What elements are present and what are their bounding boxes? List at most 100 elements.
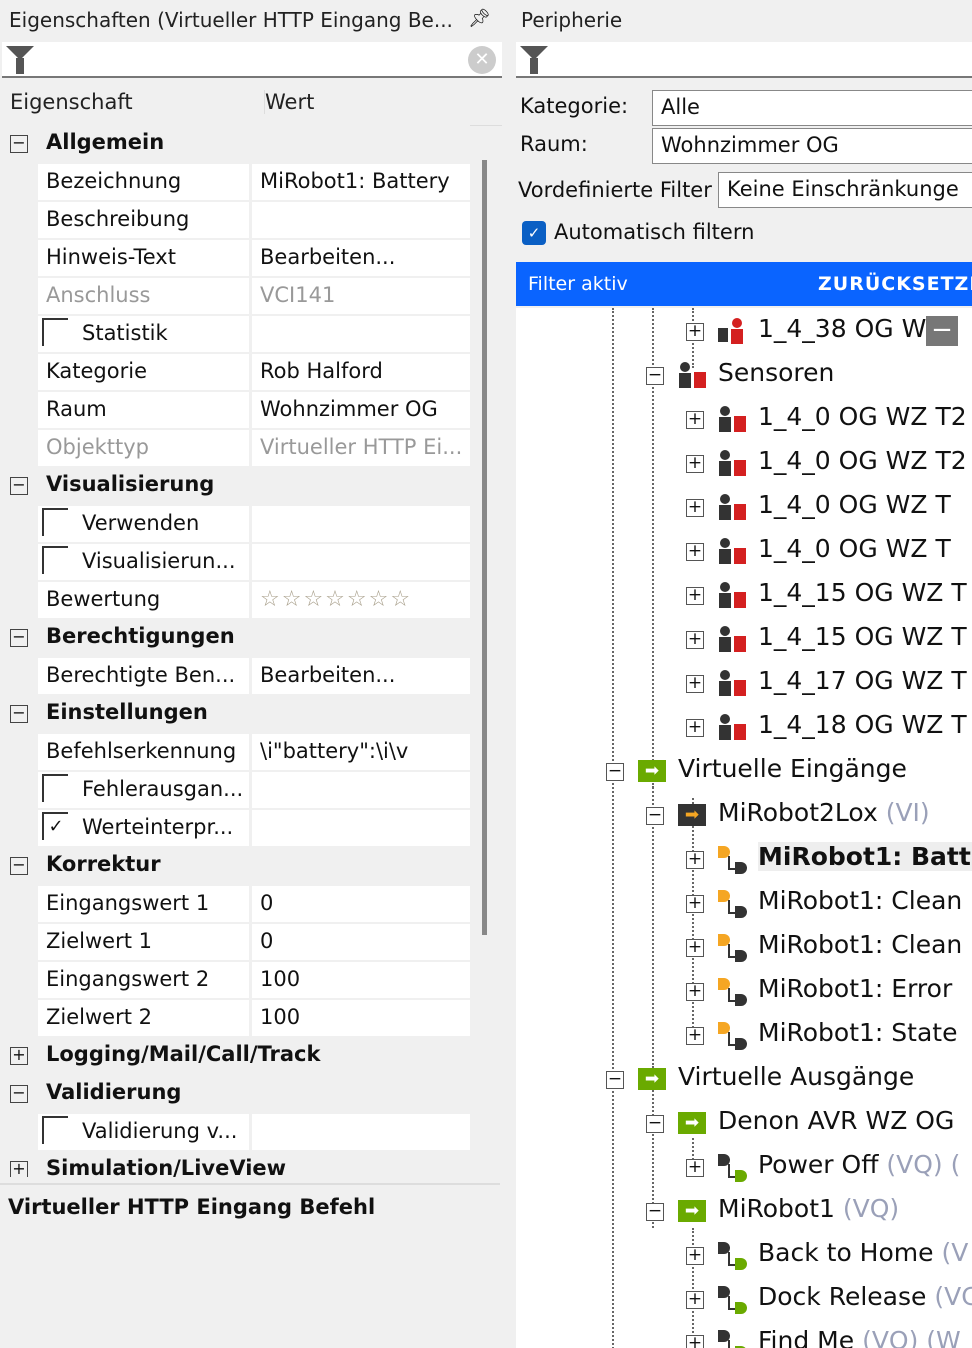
collapse-icon[interactable]: − [10,857,28,875]
collapse-icon[interactable]: − [10,705,28,723]
collapse-icon[interactable]: − [10,1085,28,1103]
property-value[interactable] [252,316,470,352]
predefined-filter-select[interactable]: Keine Einschränkunge [718,172,972,208]
expand-icon[interactable]: + [686,1159,704,1177]
checkbox-unchecked[interactable] [42,508,68,536]
tree-item[interactable]: + MiRobot1: Clean [516,882,972,926]
expand-icon[interactable]: + [686,631,704,649]
tree-item[interactable]: +1_4_0 OG WZ T [516,530,972,574]
collapse-icon[interactable]: − [646,1115,664,1133]
tree-item[interactable]: +1_4_18 OG WZ T [516,706,972,750]
expand-icon[interactable]: + [686,1335,704,1348]
tree-item[interactable]: − Sensoren [516,354,972,398]
expand-icon[interactable]: + [686,719,704,737]
property-value[interactable]: \i"battery":\i\v [252,734,470,770]
scrollbar[interactable] [482,160,487,935]
collapse-icon[interactable]: − [646,1203,664,1221]
expand-icon[interactable]: + [686,895,704,913]
remove-button[interactable]: − [926,316,958,346]
property-value[interactable]: Wohnzimmer OG [252,392,470,428]
pin-icon[interactable]: 📌︎ [468,8,491,29]
property-row[interactable]: Fehlerausgan... [0,771,470,809]
tree-item[interactable]: + Dock Release (VC [516,1278,972,1322]
tree-item[interactable]: − ➡ Virtuelle Ausgänge [516,1058,972,1102]
tree-item[interactable]: +1_4_0 OG WZ T [516,486,972,530]
tree-item[interactable]: + MiRobot1: Error [516,970,972,1014]
property-group[interactable]: − Berechtigungen [0,619,470,657]
property-value[interactable] [252,772,470,808]
property-row[interactable]: Befehlserkennung \i"battery":\i\v [0,733,470,771]
collapse-icon[interactable]: − [646,807,664,825]
property-value[interactable]: 0 [252,886,470,922]
expand-icon[interactable]: + [686,1247,704,1265]
property-value[interactable] [252,1114,470,1150]
checkbox-unchecked[interactable] [42,318,68,346]
checkbox-unchecked[interactable] [42,774,68,802]
property-row[interactable]: Objekttyp Virtueller HTTP Ei... [0,429,470,467]
property-row[interactable]: Anschluss VCI141 [0,277,470,315]
expand-icon[interactable]: + [686,587,704,605]
property-value[interactable]: VCI141 [252,278,470,314]
tree-item[interactable]: +1_4_38 OG W − [516,310,972,354]
property-value[interactable]: Bearbeiten... [252,240,470,276]
rating-stars[interactable]: ☆☆☆☆☆☆☆ [252,582,470,618]
property-value[interactable] [252,202,470,238]
tree-item[interactable]: − ➡ Virtuelle Eingänge [516,750,972,794]
tree-item[interactable]: − ➡ MiRobot2Lox (VI) [516,794,972,838]
expand-icon[interactable]: + [686,323,704,341]
property-group[interactable]: + Simulation/LiveView [0,1151,470,1177]
tree-item[interactable]: − ➡ MiRobot1 (VQ) [516,1190,972,1234]
property-row[interactable]: Verwenden [0,505,470,543]
tree-item[interactable]: +1_4_15 OG WZ T [516,574,972,618]
expand-icon[interactable]: + [10,1161,28,1177]
expand-icon[interactable]: + [686,455,704,473]
checkbox-unchecked[interactable] [42,1116,68,1144]
raum-select[interactable]: Wohnzimmer OG [652,128,972,164]
collapse-icon[interactable]: − [646,367,664,385]
property-value[interactable]: Virtueller HTTP Ei... [252,430,470,466]
tree-item[interactable]: +1_4_0 OG WZ T2 [516,398,972,442]
property-row[interactable]: Berechtigte Ben... Bearbeiten... [0,657,470,695]
property-group[interactable]: − Korrektur [0,847,470,885]
expand-icon[interactable]: + [686,411,704,429]
property-row[interactable]: Zielwert 1 0 [0,923,470,961]
property-row[interactable]: Statistik [0,315,470,353]
property-value[interactable]: Rob Halford [252,354,470,390]
property-group[interactable]: − Visualisierung [0,467,470,505]
property-value[interactable] [252,544,470,580]
tree-item[interactable]: + Power Off (VQ) ( [516,1146,972,1190]
tree-item[interactable]: +1_4_0 OG WZ T2 [516,442,972,486]
property-row[interactable]: Hinweis-Text Bearbeiten... [0,239,470,277]
property-row[interactable]: Bezeichnung MiRobot1: Battery [0,163,470,201]
expand-icon[interactable]: + [686,983,704,1001]
expand-icon[interactable]: + [686,939,704,957]
clear-filter-icon[interactable]: ✕ [468,46,496,74]
column-value[interactable]: Wert [264,90,314,114]
property-group[interactable]: − Einstellungen [0,695,470,733]
tree-item[interactable]: + MiRobot1: Clean [516,926,972,970]
property-row[interactable]: Raum Wohnzimmer OG [0,391,470,429]
expand-icon[interactable]: + [686,543,704,561]
property-value[interactable]: 100 [252,962,470,998]
tree-item[interactable]: + Back to Home (V [516,1234,972,1278]
tree-item[interactable]: + MiRobot1: Batt [516,838,972,882]
property-group[interactable]: − Allgemein [0,125,470,163]
auto-filter-checkbox[interactable]: ✓ Automatisch filtern [522,220,754,245]
tree-filter-input[interactable] [516,42,972,78]
property-row[interactable]: Eingangswert 2 100 [0,961,470,999]
property-value[interactable] [252,810,470,846]
tree-item[interactable]: + MiRobot1: State [516,1014,972,1058]
collapse-icon[interactable]: − [10,135,28,153]
column-property[interactable]: Eigenschaft [10,90,133,114]
tree-item[interactable]: +1_4_17 OG WZ T [516,662,972,706]
expand-icon[interactable]: + [686,1027,704,1045]
expand-icon[interactable]: + [686,499,704,517]
property-row[interactable]: Kategorie Rob Halford [0,353,470,391]
property-filter-input[interactable]: ✕ [2,42,502,78]
checkbox-unchecked[interactable] [42,546,68,574]
property-value[interactable]: Bearbeiten... [252,658,470,694]
property-row[interactable]: Visualisierun... [0,543,470,581]
property-row[interactable]: Zielwert 2 100 [0,999,470,1037]
property-row[interactable]: ✓ Werteinterpr... [0,809,470,847]
expand-icon[interactable]: + [10,1047,28,1065]
